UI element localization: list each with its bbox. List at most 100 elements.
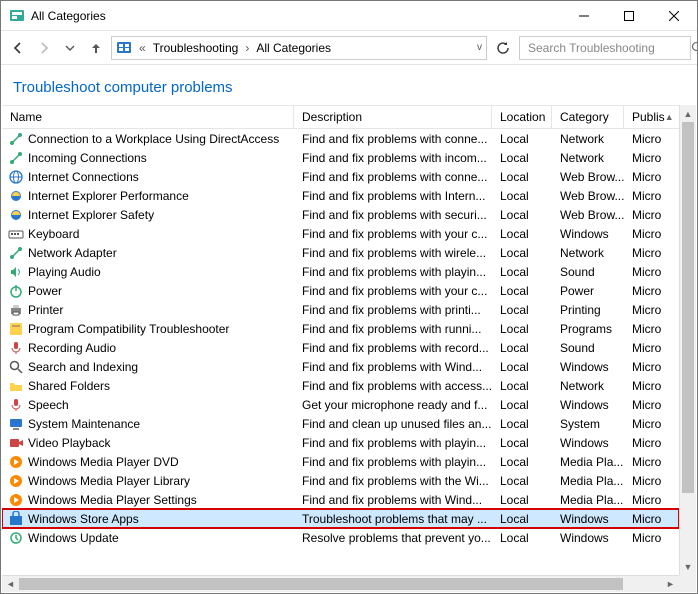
- item-location: Local: [492, 322, 552, 336]
- list-item[interactable]: Windows Store Apps Troubleshoot problems…: [2, 509, 679, 528]
- forward-button[interactable]: [33, 37, 55, 59]
- item-category: Web Brow...: [552, 189, 624, 203]
- scroll-right-button[interactable]: ►: [662, 576, 679, 592]
- item-location: Local: [492, 341, 552, 355]
- list-item[interactable]: Internet Explorer Performance Find and f…: [2, 186, 679, 205]
- list-item[interactable]: Search and Indexing Find and fix problem…: [2, 357, 679, 376]
- item-description: Find and fix problems with securi...: [294, 208, 492, 222]
- list-item[interactable]: Internet Connections Find and fix proble…: [2, 167, 679, 186]
- item-description: Find and fix problems with Intern...: [294, 189, 492, 203]
- item-description: Find and fix problems with the Wi...: [294, 474, 492, 488]
- up-button[interactable]: [85, 37, 107, 59]
- list-item[interactable]: System Maintenance Find and clean up unu…: [2, 414, 679, 433]
- search-box[interactable]: [519, 36, 691, 60]
- list-item[interactable]: Program Compatibility Troubleshooter Fin…: [2, 319, 679, 338]
- item-category: Network: [552, 132, 624, 146]
- list-item[interactable]: Internet Explorer Safety Find and fix pr…: [2, 205, 679, 224]
- item-location: Local: [492, 170, 552, 184]
- item-publisher: Micro: [624, 455, 674, 469]
- item-description: Find and fix problems with Wind...: [294, 493, 492, 507]
- search-icon[interactable]: [691, 41, 698, 54]
- address-bar[interactable]: « Troubleshooting › All Categories v: [111, 36, 487, 60]
- column-header-name[interactable]: Name: [2, 106, 294, 128]
- close-button[interactable]: [651, 1, 697, 30]
- scroll-left-button[interactable]: ◄: [2, 576, 19, 592]
- list-item[interactable]: Network Adapter Find and fix problems wi…: [2, 243, 679, 262]
- item-name: System Maintenance: [28, 417, 140, 431]
- column-header-label: Description: [302, 110, 362, 124]
- item-publisher: Micro: [624, 227, 674, 241]
- wmp-icon: [8, 473, 24, 489]
- mic-icon: [8, 397, 24, 413]
- folder-icon: [8, 378, 24, 394]
- item-publisher: Micro: [624, 284, 674, 298]
- content-area: Name Description Location Category Publi…: [2, 105, 696, 575]
- scroll-thumb[interactable]: [19, 578, 623, 590]
- page-title: Troubleshoot computer problems: [1, 65, 697, 106]
- list-item[interactable]: Shared Folders Find and fix problems wit…: [2, 376, 679, 395]
- scroll-track[interactable]: [19, 576, 662, 592]
- back-button[interactable]: [7, 37, 29, 59]
- list-item[interactable]: Recording Audio Find and fix problems wi…: [2, 338, 679, 357]
- list-item[interactable]: Keyboard Find and fix problems with your…: [2, 224, 679, 243]
- list-item[interactable]: Windows Media Player Settings Find and f…: [2, 490, 679, 509]
- column-header-label: Location: [500, 110, 545, 124]
- list-item[interactable]: Windows Media Player Library Find and fi…: [2, 471, 679, 490]
- breadcrumb-separator[interactable]: «: [136, 41, 149, 55]
- item-category: Windows: [552, 227, 624, 241]
- scroll-right-indicator-icon: ▲: [665, 112, 674, 122]
- list-item[interactable]: Printer Find and fix problems with print…: [2, 300, 679, 319]
- keyboard-icon: [8, 226, 24, 242]
- refresh-button[interactable]: [491, 36, 515, 60]
- column-header-publisher[interactable]: Publis ▲: [624, 106, 674, 128]
- list-item[interactable]: Windows Media Player DVD Find and fix pr…: [2, 452, 679, 471]
- item-description: Find and fix problems with conne...: [294, 132, 492, 146]
- list-item[interactable]: Playing Audio Find and fix problems with…: [2, 262, 679, 281]
- column-header-label: Category: [560, 110, 609, 124]
- breadcrumb-item[interactable]: Troubleshooting: [153, 41, 239, 55]
- item-category: Windows: [552, 398, 624, 412]
- minimize-button[interactable]: [561, 1, 606, 30]
- item-category: Network: [552, 379, 624, 393]
- search-input[interactable]: [526, 40, 685, 56]
- item-name: Video Playback: [28, 436, 111, 450]
- list-item[interactable]: Video Playback Find and fix problems wit…: [2, 433, 679, 452]
- horizontal-scrollbar[interactable]: ◄ ►: [2, 575, 679, 592]
- item-description: Get your microphone ready and f...: [294, 398, 492, 412]
- column-header-description[interactable]: Description: [294, 106, 492, 128]
- scroll-thumb[interactable]: [682, 122, 694, 493]
- maximize-button[interactable]: [606, 1, 651, 30]
- column-header-location[interactable]: Location: [492, 106, 552, 128]
- network-icon: [8, 150, 24, 166]
- scroll-up-button[interactable]: ▲: [680, 105, 696, 122]
- list-item[interactable]: Windows Update Resolve problems that pre…: [2, 528, 679, 547]
- item-name: Printer: [28, 303, 63, 317]
- item-publisher: Micro: [624, 512, 674, 526]
- item-name: Internet Explorer Performance: [28, 189, 189, 203]
- address-dropdown-icon[interactable]: v: [477, 42, 482, 53]
- list-item[interactable]: Connection to a Workplace Using DirectAc…: [2, 129, 679, 148]
- item-description: Find and fix problems with playin...: [294, 455, 492, 469]
- breadcrumb-item[interactable]: All Categories: [256, 41, 331, 55]
- list-item[interactable]: Incoming Connections Find and fix proble…: [2, 148, 679, 167]
- item-location: Local: [492, 208, 552, 222]
- vertical-scrollbar[interactable]: ▲ ▼: [679, 105, 696, 575]
- item-category: Media Pla...: [552, 474, 624, 488]
- list-item[interactable]: Power Find and fix problems with your c.…: [2, 281, 679, 300]
- list-item[interactable]: Speech Get your microphone ready and f..…: [2, 395, 679, 414]
- item-category: Sound: [552, 341, 624, 355]
- column-header-category[interactable]: Category: [552, 106, 624, 128]
- item-location: Local: [492, 284, 552, 298]
- scroll-track[interactable]: [680, 122, 696, 558]
- recent-locations-button[interactable]: [59, 37, 81, 59]
- item-location: Local: [492, 436, 552, 450]
- breadcrumb-separator[interactable]: ›: [242, 41, 252, 55]
- item-name: Incoming Connections: [28, 151, 147, 165]
- rows-container: Connection to a Workplace Using DirectAc…: [2, 129, 679, 547]
- item-description: Find and fix problems with your c...: [294, 284, 492, 298]
- item-publisher: Micro: [624, 360, 674, 374]
- item-category: Sound: [552, 265, 624, 279]
- network-icon: [8, 131, 24, 147]
- scroll-down-button[interactable]: ▼: [680, 558, 696, 575]
- item-category: Windows: [552, 436, 624, 450]
